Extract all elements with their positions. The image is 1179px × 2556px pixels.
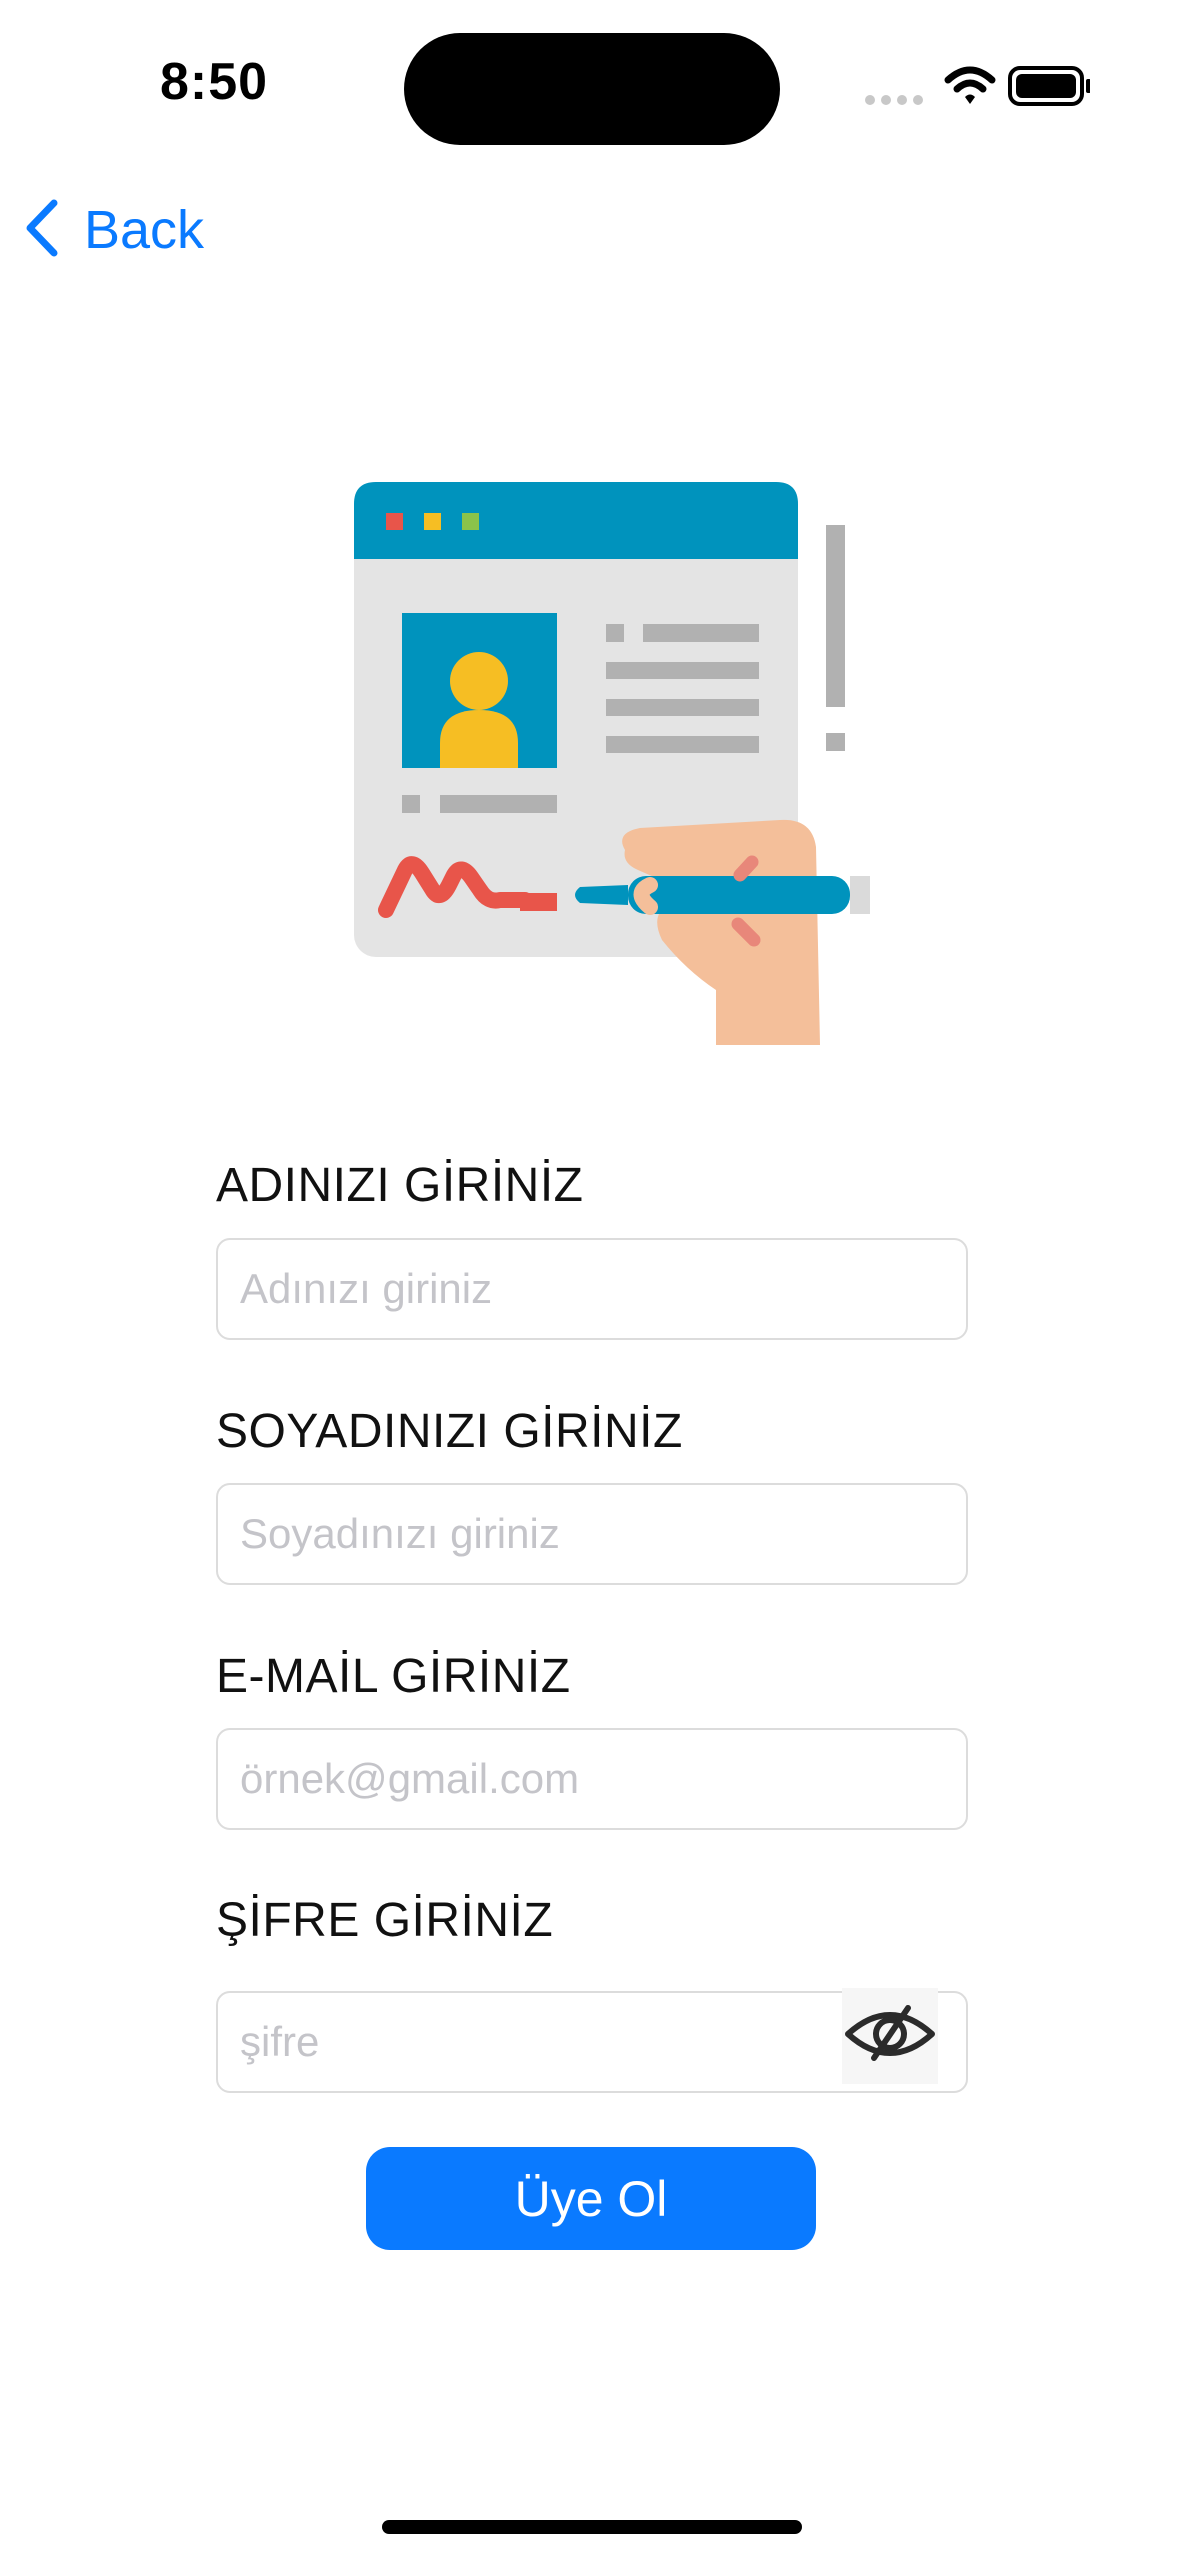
back-label: Back (84, 200, 205, 260)
home-indicator (382, 2520, 802, 2534)
back-button[interactable]: Back (22, 195, 204, 265)
email-input[interactable] (216, 1728, 968, 1830)
eye-slash-icon (844, 2004, 936, 2069)
first-name-label: ADINIZI GİRİNİZ (216, 1159, 584, 1212)
signup-button[interactable]: Üye Ol (366, 2147, 816, 2250)
first-name-input[interactable] (216, 1238, 968, 1340)
chevron-left-icon (22, 197, 62, 264)
status-icons (850, 62, 1091, 112)
signal-icon (865, 95, 923, 105)
password-visibility-toggle[interactable] (842, 1988, 938, 2084)
last-name-label: SOYADINIZI GİRİNİZ (216, 1405, 683, 1458)
signup-form-illustration (350, 475, 877, 1045)
email-label: E-MAİL GİRİNİZ (216, 1650, 571, 1703)
password-label: ŞİFRE GİRİNİZ (216, 1894, 554, 1947)
status-time: 8:50 (160, 53, 269, 111)
wifi-icon (944, 66, 996, 104)
last-name-input[interactable] (216, 1483, 968, 1585)
battery-icon (1008, 66, 1091, 106)
dynamic-island (404, 33, 780, 145)
